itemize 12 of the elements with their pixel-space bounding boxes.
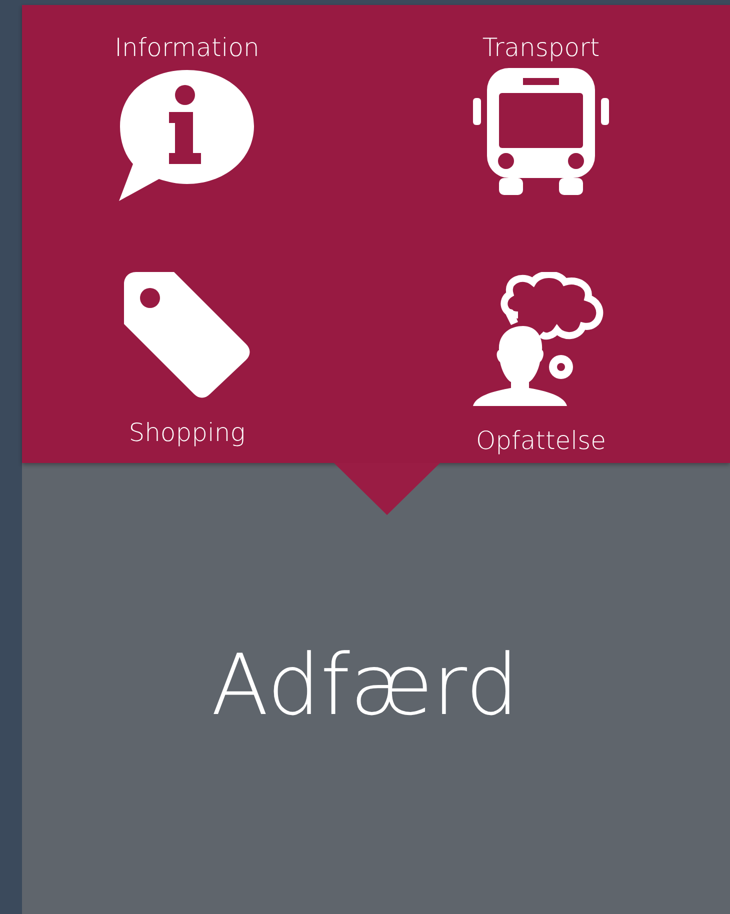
menu-tile[interactable]: Opfattelse: [352, 234, 730, 463]
menu-tile[interactable]: Transport: [352, 5, 730, 234]
tile-label: Information: [114, 33, 260, 63]
menu-tile[interactable]: Shopping: [22, 234, 352, 463]
tile-label: Shopping: [128, 418, 246, 448]
tile-label: Transport: [482, 33, 600, 63]
tile-label: Opfattelse: [476, 426, 606, 456]
bus-icon: [473, 68, 609, 196]
section-title: Adfærd: [211, 643, 519, 727]
price-tag-icon: [124, 272, 250, 398]
menu-tile[interactable]: Information: [22, 5, 352, 234]
info-bubble-icon: [119, 68, 255, 203]
